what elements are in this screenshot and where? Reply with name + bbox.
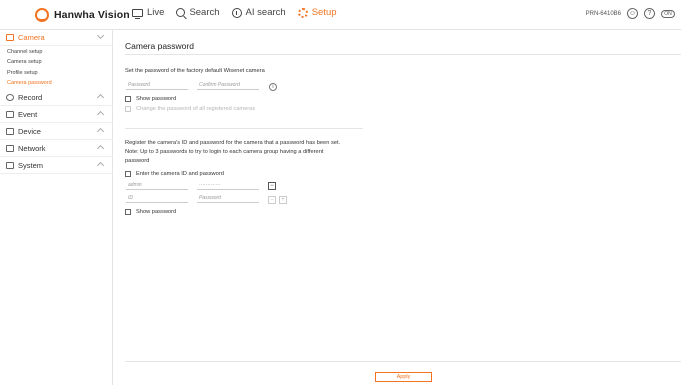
remove-row-button-2[interactable]: − bbox=[268, 196, 276, 204]
sidebar-section-system[interactable]: System bbox=[0, 158, 113, 174]
sidebar-item-camera-setup[interactable]: Camera setup bbox=[7, 59, 42, 65]
toggle-switch[interactable]: ON bbox=[661, 9, 675, 18]
factory-password-text: Set the password of the factory default … bbox=[125, 68, 265, 74]
record-icon bbox=[6, 94, 14, 101]
note-text-cont: password bbox=[125, 158, 150, 164]
change-all-label: Change the password of all registered ca… bbox=[136, 106, 256, 112]
enter-id-password-checkbox[interactable] bbox=[125, 171, 131, 177]
show-password-checkbox[interactable] bbox=[125, 96, 131, 102]
password-field[interactable]: Password bbox=[126, 82, 188, 90]
model-name: PRN-6410B6 bbox=[585, 10, 621, 17]
password-field-2[interactable]: Password bbox=[197, 195, 259, 203]
chevron-up-icon bbox=[96, 31, 105, 40]
footer-divider bbox=[125, 361, 681, 362]
enter-id-password-label: Enter the camera ID and password bbox=[136, 171, 224, 177]
apply-button[interactable]: Apply bbox=[375, 372, 432, 382]
sidebar-section-event[interactable]: Event bbox=[0, 107, 113, 123]
gear-icon bbox=[297, 7, 308, 18]
search-icon bbox=[176, 8, 186, 17]
password-field-1[interactable]: ············· bbox=[197, 182, 259, 190]
device-icon bbox=[6, 128, 14, 135]
sidebar-section-label: Network bbox=[18, 144, 46, 153]
section-divider bbox=[125, 128, 363, 129]
id-field-1[interactable]: admin bbox=[126, 182, 188, 190]
camera-icon bbox=[6, 34, 14, 41]
info-icon[interactable]: i bbox=[269, 83, 277, 91]
show-password-label: Show password bbox=[136, 96, 177, 102]
nav-live[interactable]: Live bbox=[132, 7, 165, 19]
brand-logo: Hanwha Vision bbox=[35, 7, 130, 23]
sidebar-section-label: Event bbox=[18, 110, 38, 119]
sidebar-section-device[interactable]: Device bbox=[0, 124, 113, 140]
sidebar-section-camera[interactable]: Camera bbox=[0, 30, 113, 46]
sidebar-section-label: Device bbox=[18, 127, 41, 136]
logo-icon bbox=[35, 8, 49, 22]
register-text: Register the camera's ID and password fo… bbox=[125, 140, 341, 146]
nav-ai-search-label: AI search bbox=[245, 7, 286, 18]
nav-setup[interactable]: Setup bbox=[297, 7, 337, 18]
sidebar-item-channel-setup[interactable]: Channel setup bbox=[7, 49, 42, 55]
main-nav: Live Search AI search Setup bbox=[132, 7, 337, 19]
network-icon bbox=[6, 145, 14, 152]
nav-live-label: Live bbox=[147, 7, 165, 18]
brand-name: Hanwha Vision bbox=[54, 9, 130, 21]
change-all-checkbox[interactable] bbox=[125, 106, 131, 112]
page-title: Camera password bbox=[125, 41, 194, 51]
top-bar: Hanwha Vision Live Search AI search Setu… bbox=[0, 0, 681, 30]
user-icon[interactable]: ☺ bbox=[627, 8, 638, 19]
nav-setup-label: Setup bbox=[311, 7, 337, 18]
sidebar-item-camera-password[interactable]: Camera password bbox=[7, 80, 52, 86]
nav-search-label: Search bbox=[189, 7, 220, 18]
chevron-down-icon bbox=[96, 127, 105, 136]
sidebar-section-label: Camera bbox=[18, 33, 45, 42]
confirm-password-field[interactable]: Confirm Password bbox=[197, 82, 259, 90]
nav-ai-search[interactable]: AI search bbox=[231, 7, 286, 18]
help-icon[interactable]: ? bbox=[644, 8, 655, 19]
sidebar-item-profile-setup[interactable]: Profile setup bbox=[7, 70, 38, 76]
event-icon bbox=[6, 111, 14, 118]
header-tools: PRN-6410B6 ☺ ? ON bbox=[586, 8, 675, 19]
chevron-down-icon bbox=[96, 161, 105, 170]
sidebar: Camera Channel setup Camera setup Profil… bbox=[0, 30, 113, 385]
chevron-down-icon bbox=[96, 110, 105, 119]
add-row-button[interactable]: + bbox=[279, 196, 287, 204]
sidebar-section-label: System bbox=[18, 161, 44, 170]
ai-icon bbox=[231, 7, 242, 18]
nav-search[interactable]: Search bbox=[176, 7, 220, 18]
monitor-icon bbox=[132, 8, 143, 19]
chevron-down-icon bbox=[96, 93, 105, 102]
sidebar-section-label: Record bbox=[18, 93, 43, 102]
show-password-checkbox-2[interactable] bbox=[125, 209, 131, 215]
system-icon bbox=[6, 162, 14, 169]
note-text: Note: Up to 3 passwords to try to login … bbox=[125, 149, 324, 155]
title-divider bbox=[125, 54, 681, 55]
main-panel: Camera password Set the password of the … bbox=[113, 30, 681, 385]
chevron-down-icon bbox=[96, 144, 105, 153]
sidebar-section-network[interactable]: Network bbox=[0, 141, 113, 157]
show-password-label-2: Show password bbox=[136, 209, 177, 215]
id-field-2[interactable]: ID bbox=[126, 195, 188, 203]
sidebar-section-record[interactable]: Record bbox=[0, 90, 113, 106]
remove-row-button[interactable]: − bbox=[268, 182, 276, 190]
